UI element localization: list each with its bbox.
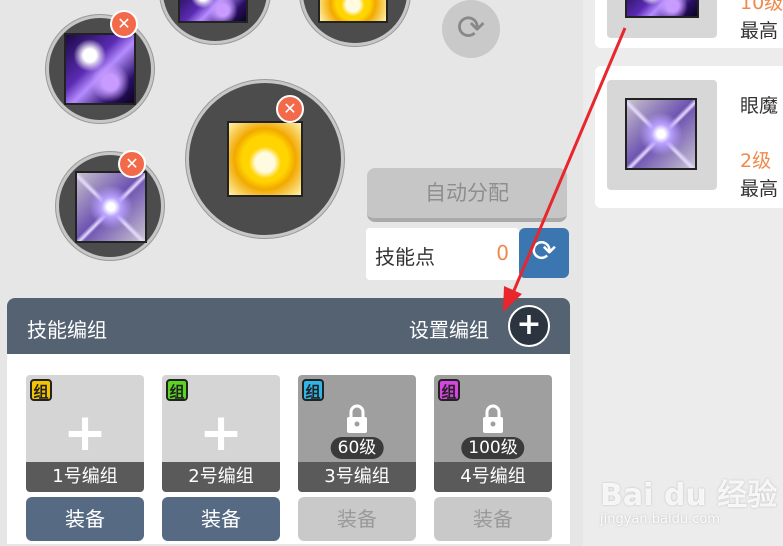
skill-group-title: 技能编组: [27, 318, 107, 342]
lock-icon: [483, 404, 503, 433]
remove-skill-button[interactable]: ✕: [276, 95, 304, 123]
group-slot-label: 4号编组: [434, 462, 552, 492]
skill-card-1[interactable]: 10级 最高: [595, 0, 783, 48]
skill-card-2[interactable]: 眼魔 2级 最高: [595, 66, 783, 208]
baidu-watermark: Bai du 经验: [600, 478, 778, 513]
equip-button-1[interactable]: 装备: [26, 497, 144, 541]
skill-points-value: 0: [496, 241, 509, 265]
skill-card-level: 2级: [740, 150, 772, 172]
skill-node-purple-top[interactable]: [160, 0, 270, 44]
auto-assign-button[interactable]: 自动分配: [367, 168, 567, 222]
refresh-icon: ⟳: [531, 234, 557, 269]
purple-vortex-skill-icon: [178, 0, 248, 23]
refresh-icon[interactable]: ⟳: [442, 0, 500, 58]
purple-vortex-skill-icon: [64, 33, 136, 105]
skill-node-crystal[interactable]: [56, 152, 164, 260]
skill-card-max: 最高: [740, 20, 779, 42]
equip-button-3[interactable]: 装备: [298, 497, 416, 541]
equip-button-2[interactable]: 装备: [162, 497, 280, 541]
unlock-level-badge: 60级: [330, 437, 384, 459]
gold-crescent-skill-icon: [318, 0, 388, 23]
group-tag-icon: 组: [30, 379, 52, 401]
group-slot-2[interactable]: 组 + 2号编组: [162, 375, 280, 492]
equip-button-4[interactable]: 装备: [434, 497, 552, 541]
skill-node-gold-top[interactable]: [300, 0, 410, 46]
skill-card-name: 眼魔: [740, 95, 779, 117]
skill-card-max: 最高: [740, 178, 779, 200]
group-slot-label: 2号编组: [162, 462, 280, 492]
skill-node-purple-left[interactable]: [46, 15, 154, 123]
remove-skill-button[interactable]: ✕: [118, 150, 146, 178]
group-slot-4[interactable]: 组 100级 4号编组: [434, 375, 552, 492]
plus-icon: +: [199, 403, 243, 463]
group-slot-3[interactable]: 组 60级 3号编组: [298, 375, 416, 492]
baidu-watermark-url: jingyan.baidu.com: [600, 512, 720, 527]
add-group-button[interactable]: +: [508, 305, 550, 347]
group-tag-icon: 组: [438, 379, 460, 401]
purple-vortex-skill-icon: [625, 0, 699, 18]
skill-node-gold-large[interactable]: [186, 80, 344, 238]
skill-card-thumb: [607, 0, 717, 38]
skill-card-level: 10级: [740, 0, 783, 14]
skill-card-thumb: [607, 80, 717, 190]
group-tag-icon: 组: [166, 379, 188, 401]
plus-icon: +: [516, 307, 542, 342]
group-tag-icon: 组: [302, 379, 324, 401]
group-slot-label: 1号编组: [26, 462, 144, 492]
group-slot-1[interactable]: 组 + 1号编组: [26, 375, 144, 492]
skill-points-display: 技能点 0: [366, 228, 519, 280]
unlock-level-badge: 100级: [461, 437, 525, 459]
plus-icon: +: [63, 403, 107, 463]
skill-group-header: 技能编组 设置编组 +: [7, 298, 570, 354]
purple-crystal-skill-icon: [625, 98, 697, 170]
purple-crystal-skill-icon: [75, 171, 147, 243]
remove-skill-button[interactable]: ✕: [110, 10, 138, 38]
set-group-label[interactable]: 设置编组: [409, 314, 489, 343]
reset-points-button[interactable]: ⟳: [519, 228, 569, 278]
gold-crescent-skill-icon: [227, 121, 303, 197]
skill-points-label: 技能点: [375, 245, 435, 269]
group-slot-label: 3号编组: [298, 462, 416, 492]
lock-icon: [347, 404, 367, 433]
